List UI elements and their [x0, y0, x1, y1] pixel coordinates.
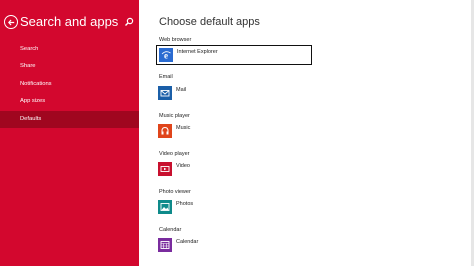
back-button[interactable] [4, 15, 18, 29]
settings-sidebar: Search and apps Search Share Notificatio… [0, 0, 139, 266]
photos-app-name: Photos [176, 201, 194, 207]
section-label-email: Email [159, 74, 173, 80]
internet-explorer-icon: e [159, 48, 173, 62]
sidebar-item-app-sizes[interactable]: App sizes [0, 93, 139, 110]
search-icon[interactable] [124, 17, 134, 27]
calendar-app-button[interactable]: Calendar [158, 237, 198, 253]
calendar-app-name: Calendar [176, 239, 199, 245]
sidebar-title: Search and apps [20, 14, 119, 29]
sidebar-item-notifications[interactable]: Notifications [0, 76, 139, 93]
mail-icon [158, 86, 172, 100]
section-label-photo-viewer: Photo viewer [159, 189, 191, 195]
main-content: Choose default apps Web browser e Intern… [139, 0, 474, 266]
sidebar-item-search[interactable]: Search [0, 41, 139, 58]
music-app-button[interactable]: Music [158, 123, 190, 139]
back-arrow-icon [7, 19, 14, 25]
headphones-icon [158, 124, 172, 138]
video-app-name: Video [176, 163, 190, 169]
section-label-music-player: Music player [159, 113, 190, 119]
section-label-video-player: Video player [159, 151, 190, 157]
section-label-web-browser: Web browser [159, 37, 192, 43]
photos-app-button[interactable]: Photos [158, 199, 193, 215]
email-app-button[interactable]: Mail [158, 85, 186, 101]
calendar-icon [158, 238, 172, 252]
sidebar-item-defaults[interactable]: Defaults [0, 110, 139, 128]
sidebar-header: Search and apps [0, 14, 139, 34]
music-app-name: Music [176, 125, 191, 131]
page-title: Choose default apps [159, 16, 260, 28]
sidebar-item-share[interactable]: Share [0, 58, 139, 75]
web-browser-app-name: Internet Explorer [177, 49, 218, 55]
video-icon [158, 162, 172, 176]
video-app-button[interactable]: Video [158, 161, 190, 177]
section-label-calendar: Calendar [159, 227, 182, 233]
sidebar-nav: Search Share Notifications App sizes Def… [0, 41, 139, 128]
web-browser-app-button[interactable]: e Internet Explorer [156, 45, 312, 65]
email-app-name: Mail [176, 87, 187, 93]
photos-icon [158, 200, 172, 214]
